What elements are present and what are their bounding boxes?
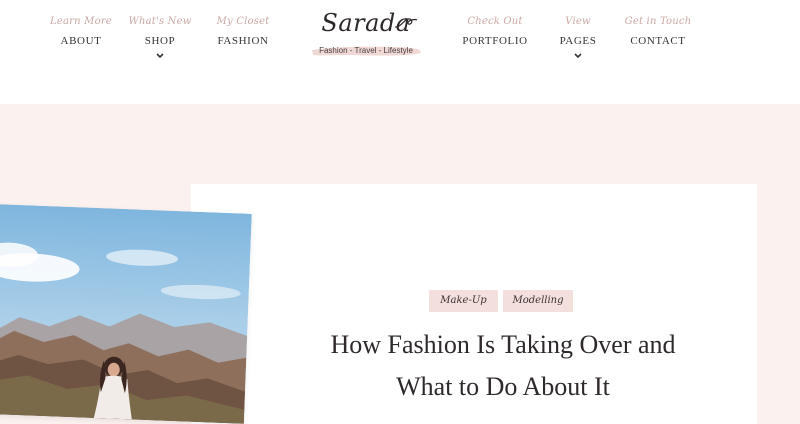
post-title-line-2: What to Do About It — [396, 372, 610, 401]
logo-swash-icon — [394, 18, 418, 28]
post-title-line-1: How Fashion Is Taking Over and — [330, 330, 676, 359]
nav-label-fashion: FASHION — [217, 35, 269, 47]
nav-label-contact: CONTACT — [630, 35, 686, 47]
logo-tagline-wrap: Fashion - Travel - Lifestyle — [310, 42, 422, 60]
tag-make-up[interactable]: Make-Up — [429, 290, 498, 312]
tag-modelling[interactable]: Modelling — [503, 290, 573, 312]
chevron-down-icon[interactable] — [155, 52, 165, 60]
site-header: Learn More ABOUT What's New SHOP My Clos… — [0, 0, 800, 104]
post-title[interactable]: How Fashion Is Taking Over and What to D… — [291, 324, 715, 408]
nav-sub-contact: Get in Touch — [624, 16, 692, 27]
logo-tagline: Fashion - Travel - Lifestyle — [319, 46, 413, 55]
nav-sub-fashion: My Closet — [216, 16, 270, 27]
site-logo[interactable]: Sarada Fashion - Travel - Lifestyle — [306, 8, 426, 64]
nav-item-fashion[interactable]: My Closet FASHION — [188, 15, 298, 48]
landscape-photo-image — [0, 204, 252, 424]
post-card: Make-Up Modelling How Fashion Is Taking … — [191, 184, 757, 424]
chevron-down-icon[interactable] — [573, 52, 583, 60]
featured-photo[interactable] — [0, 204, 252, 424]
nav-item-contact[interactable]: Get in Touch CONTACT — [603, 15, 713, 48]
